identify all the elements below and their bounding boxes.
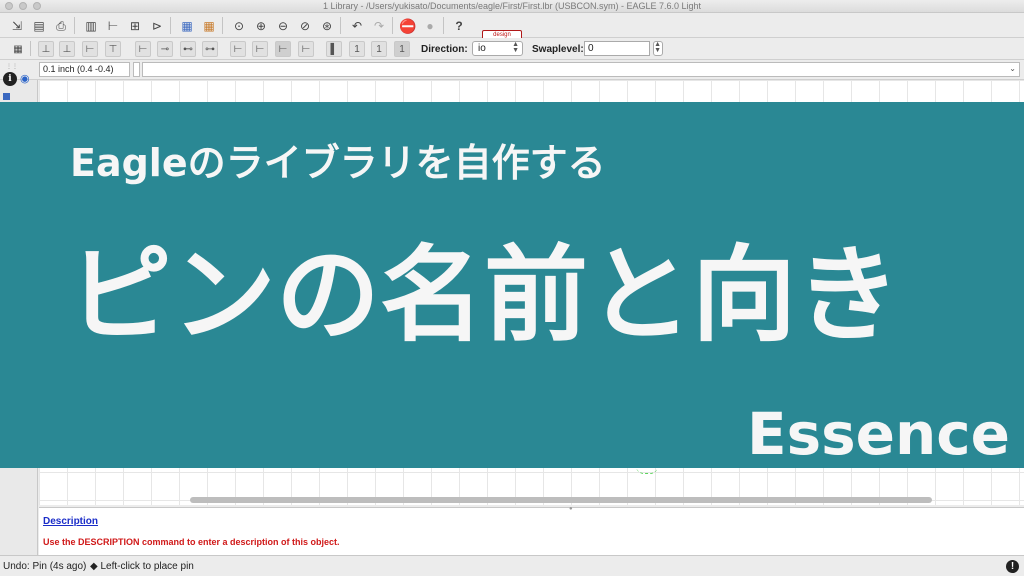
pin-visible-pin-icon[interactable]: 1: [371, 41, 387, 57]
undo-icon[interactable]: ↶: [348, 17, 366, 35]
toolbar-separator: [74, 17, 75, 34]
direction-value: io: [478, 43, 486, 54]
description-link[interactable]: Description: [43, 516, 98, 527]
status-hint: ◆ Left-click to place pin: [90, 561, 194, 572]
zoom-fit-icon[interactable]: ⊙: [230, 17, 248, 35]
window-title: 1 Library - /Users/yukisato/Documents/ea…: [322, 1, 702, 11]
drag-handle-icon[interactable]: ⋮⋮: [6, 63, 18, 70]
pin-visible-both-icon[interactable]: 1: [394, 41, 410, 57]
status-bar: Undo: Pin (4s ago) ◆ Left-click to place…: [0, 555, 1024, 576]
go-icon[interactable]: ●: [421, 17, 439, 35]
pin-orientation-r180-icon[interactable]: ⊢: [82, 41, 98, 57]
splitter-handle[interactable]: ●: [569, 506, 573, 512]
eye-icon[interactable]: ◉: [20, 72, 35, 86]
horizontal-scrollbar[interactable]: [190, 497, 932, 503]
banner-tag: Essence: [746, 400, 1010, 468]
pin-function-none-icon[interactable]: ⊢: [135, 41, 151, 57]
toolbar-separator: [392, 17, 393, 34]
toolbar-separator: [340, 17, 341, 34]
description-text: Use the DESCRIPTION command to enter a d…: [43, 537, 340, 547]
toolbar-separator: [30, 41, 31, 56]
pin-function-dot-icon[interactable]: ⊸: [157, 41, 173, 57]
chevron-down-icon[interactable]: ⌄: [1009, 64, 1016, 73]
grid-icon[interactable]: ▦: [10, 41, 26, 57]
zoom-redraw-icon[interactable]: ⊘: [296, 17, 314, 35]
pin-orientation-r0-icon[interactable]: ⊥: [38, 41, 54, 57]
print-icon[interactable]: ⎙: [52, 17, 70, 35]
info-icon[interactable]: i: [3, 72, 17, 86]
window-titlebar: 1 Library - /Users/yukisato/Documents/ea…: [0, 0, 1024, 13]
pin-orientation-r90-icon[interactable]: ⊥: [59, 41, 75, 57]
pin-length-short-icon[interactable]: ⊢: [252, 41, 268, 57]
pin-function-clk-icon[interactable]: ⊷: [180, 41, 196, 57]
zoom-select-icon[interactable]: ⊛: [318, 17, 336, 35]
chevron-updown-icon: ▲ ▼: [512, 41, 519, 54]
pin-visible-off-icon[interactable]: ▌: [326, 41, 342, 57]
direction-select[interactable]: io ▲ ▼: [472, 41, 523, 56]
help-icon[interactable]: ?: [450, 17, 468, 35]
toolbar-separator: [443, 17, 444, 34]
pin-length-point-icon[interactable]: ⊢: [230, 41, 246, 57]
banner-title: ピンの名前と向き: [68, 234, 901, 356]
banner-subtitle: Eagleのライブラリを自作する: [70, 141, 606, 185]
toolbar-separator: [170, 17, 171, 34]
pin-length-long-icon[interactable]: ⊢: [298, 41, 314, 57]
pin-length-middle-icon[interactable]: ⊢: [275, 41, 291, 57]
title-banner: Eagleのライブラリを自作する ピンの名前と向き Essence: [0, 102, 1024, 468]
direction-label: Direction:: [421, 44, 468, 55]
pin-function-dotclk-icon[interactable]: ⊶: [202, 41, 218, 57]
save-icon[interactable]: ▤: [30, 17, 48, 35]
symbol-icon[interactable]: ⊳: [148, 17, 166, 35]
swaplevel-stepper[interactable]: ▲ ▼: [653, 41, 663, 56]
command-mode-button[interactable]: [133, 62, 140, 77]
pin-orientation-r270-icon[interactable]: ⊤: [105, 41, 121, 57]
description-panel: ● Description Use the DESCRIPTION comman…: [39, 506, 1024, 555]
swaplevel-value: 0: [588, 43, 594, 54]
gate-icon[interactable]: ⊞: [126, 17, 144, 35]
swaplevel-input[interactable]: 0: [584, 41, 650, 56]
status-undo: Undo: Pin (4s ago): [3, 561, 87, 572]
package-icon[interactable]: ▦: [200, 17, 218, 35]
command-input[interactable]: ⌄: [142, 62, 1020, 77]
redo-icon[interactable]: ↷: [370, 17, 388, 35]
zoom-in-icon[interactable]: ⊕: [252, 17, 270, 35]
chevron-updown-icon: ▲ ▼: [654, 41, 661, 54]
zoom-out-icon[interactable]: ⊖: [274, 17, 292, 35]
pin-icon[interactable]: ⊢: [104, 17, 122, 35]
library-icon[interactable]: ▥: [82, 17, 100, 35]
coordinate-display: 0.1 inch (0.4 -0.4): [39, 62, 130, 77]
board-icon[interactable]: ▦: [178, 17, 196, 35]
pin-visible-pad-icon[interactable]: 1: [349, 41, 365, 57]
layer-icon[interactable]: [3, 93, 10, 100]
open-icon[interactable]: ⇲: [8, 17, 26, 35]
toolbar-separator: [222, 17, 223, 34]
alert-icon[interactable]: !: [1006, 560, 1019, 573]
swaplevel-label: Swaplevel:: [532, 44, 584, 55]
main-toolbar: ⇲ ▤ ⎙ ▥ ⊢ ⊞ ⊳ ▦ ▦ ⊙ ⊕ ⊖ ⊘ ⊛ ↶ ↷ ⛔ ● ? de…: [0, 13, 1024, 47]
stop-icon[interactable]: ⛔: [399, 17, 417, 35]
